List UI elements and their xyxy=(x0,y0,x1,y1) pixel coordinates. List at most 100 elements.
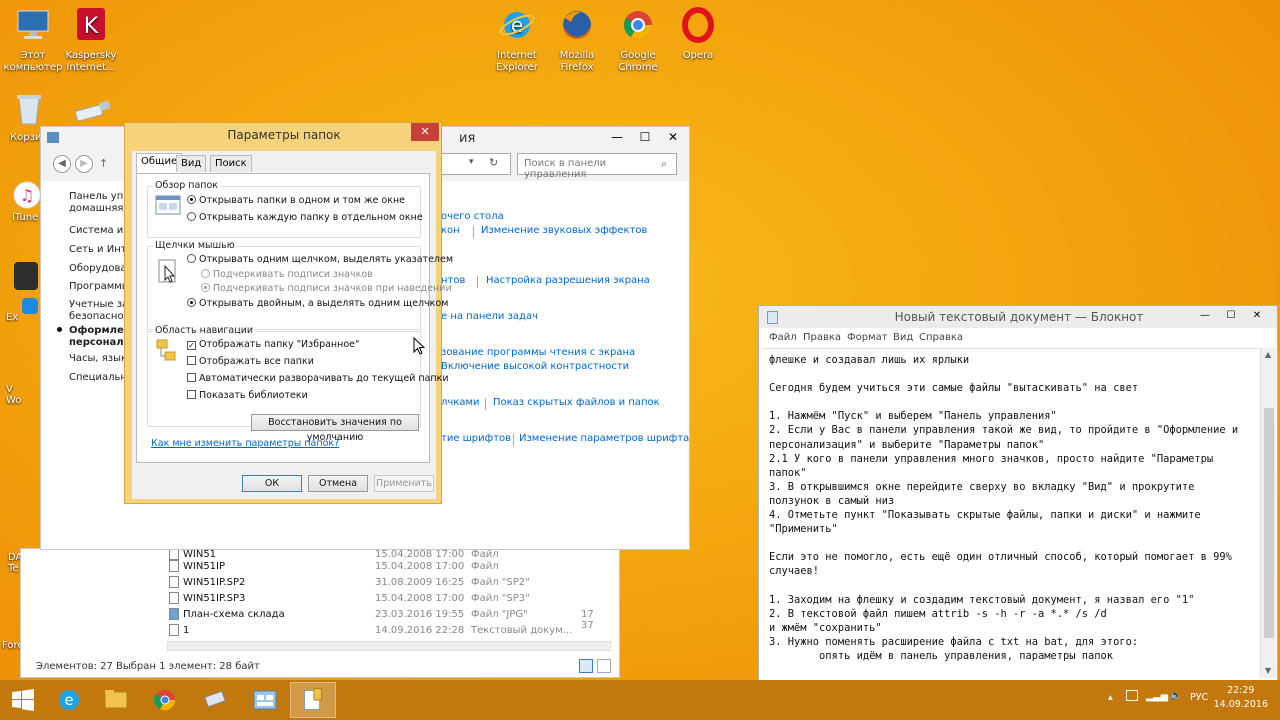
close-button[interactable]: ✕ xyxy=(411,123,439,141)
horizontal-scrollbar[interactable] xyxy=(167,641,611,651)
notepad-window[interactable]: Новый текстовый документ — Блокнот — ☐ ✕… xyxy=(758,305,1278,682)
cp-link[interactable]: Изменение параметров шрифта xyxy=(519,433,689,444)
checkbox-icon xyxy=(187,373,196,382)
option-label: Подчеркивать подписи значков xyxy=(213,269,373,280)
up-arrow-icon[interactable]: ↑ xyxy=(99,157,108,170)
ok-button[interactable]: ОК xyxy=(242,475,302,492)
apply-button[interactable]: Применить xyxy=(374,475,434,492)
app-icon[interactable] xyxy=(14,262,38,290)
option-label: Открывать каждую папку в отдельном окне xyxy=(199,212,423,223)
menu-item-file[interactable]: Файл xyxy=(769,332,797,343)
usb-drive-icon[interactable] xyxy=(74,100,114,124)
text-area[interactable]: флешке и создавал лишь их ярлыки Сегодня… xyxy=(763,348,1259,678)
desktop-icon-opera[interactable]: Opera xyxy=(665,6,731,62)
chrome-icon xyxy=(624,11,652,39)
notification-icon[interactable] xyxy=(1126,690,1138,701)
desktop-icon-firefox[interactable]: Mozilla Firefox xyxy=(544,6,610,74)
table-row[interactable]: 1 14.09.2016 22:28 Текстовый докум... xyxy=(169,623,609,639)
network-icon[interactable]: ▂▃▅ xyxy=(1146,691,1168,702)
desktop-icon-chrome[interactable]: Google Chrome xyxy=(605,6,671,74)
checkbox-auto-expand[interactable]: Автоматически разворачивать до текущей п… xyxy=(187,373,449,384)
chevron-up-icon[interactable]: ▴ xyxy=(1108,692,1113,703)
minimize-button[interactable]: — xyxy=(1191,306,1219,326)
file-type: Текстовый докум... xyxy=(471,625,573,636)
refresh-icon[interactable]: ↻ xyxy=(489,156,498,169)
menu-item-format[interactable]: Формат xyxy=(847,332,888,343)
close-button[interactable]: ✕ xyxy=(659,127,687,147)
help-link[interactable]: Как мне изменить параметры папок? xyxy=(151,438,339,449)
search-input[interactable]: Поиск в панели управления xyxy=(517,153,677,180)
usb-drive-icon[interactable] xyxy=(192,682,238,718)
forward-arrow-icon[interactable]: ▶ xyxy=(75,155,93,173)
recycle-bin-icon[interactable] xyxy=(14,90,44,126)
itunes-icon[interactable]: ♫ xyxy=(12,180,42,210)
checkbox-show-favorites[interactable]: ✓ Отображать папку "Избранное" xyxy=(187,339,359,350)
restore-defaults-button[interactable]: Восстановить значения по умолчанию xyxy=(251,414,419,443)
tab-search[interactable]: Поиск xyxy=(210,155,252,172)
file-date: 31.08.2009 16:25 xyxy=(375,577,465,588)
desktop-icon-ie[interactable]: e Internet Explorer xyxy=(484,6,550,74)
file-name: WIN51IP xyxy=(183,561,226,572)
menu-item-edit[interactable]: Правка xyxy=(803,332,841,343)
menu-item-view[interactable]: Вид xyxy=(893,332,913,343)
internet-explorer-icon[interactable]: e xyxy=(46,682,92,718)
cp-link[interactable]: кон xyxy=(441,225,460,236)
show-hidden-files-link[interactable]: Показ скрытых файлов и папок xyxy=(493,397,660,408)
tiles-view-icon[interactable] xyxy=(597,659,611,673)
tab-view[interactable]: Вид xyxy=(176,155,207,172)
scroll-up-icon[interactable]: ▲ xyxy=(1265,350,1271,359)
desktop-icon-kaspersky[interactable]: K Kaspersky Internet... xyxy=(58,6,124,74)
table-row[interactable]: WIN51IP.SP3 15.04.2008 17:00 Файл "SP3" xyxy=(169,591,609,607)
desktop-icon-this-pc[interactable]: Этот компьютер xyxy=(0,6,66,74)
table-row[interactable]: План-схема склада 23.03.2016 19:55 Файл … xyxy=(169,607,609,631)
cp-link[interactable]: Изменение звуковых эффектов xyxy=(481,225,647,236)
dropdown-icon[interactable]: ▾ xyxy=(469,157,474,167)
radio-browse-same-window[interactable]: Открывать папки в одном и том же окне xyxy=(187,195,405,206)
explorer-window[interactable]: WIN51 15.04.2008 17:00 Файл WIN51IP 15.0… xyxy=(20,548,620,678)
cp-link[interactable]: зование программы чтения с экрана xyxy=(441,347,635,358)
chrome-icon[interactable] xyxy=(142,682,188,718)
details-view-icon[interactable] xyxy=(579,659,593,673)
minimize-button[interactable]: — xyxy=(603,127,631,147)
cp-link[interactable]: Настройка разрешения экрана xyxy=(486,275,650,286)
vertical-scrollbar[interactable]: ▲ ▼ xyxy=(1260,348,1276,678)
address-bar[interactable] xyxy=(439,153,511,175)
radio-underline-always[interactable]: Подчеркивать подписи значков xyxy=(201,269,373,280)
table-row[interactable]: WIN51IP 15.04.2008 17:00 Файл xyxy=(169,559,609,575)
control-panel-icon[interactable] xyxy=(242,682,288,718)
file-name: WIN51IP.SP3 xyxy=(183,593,246,604)
close-button[interactable]: ✕ xyxy=(1243,306,1271,326)
scroll-down-icon[interactable]: ▼ xyxy=(1265,666,1271,675)
checkbox-show-all-folders[interactable]: Отображать все папки xyxy=(187,356,314,367)
group-label: Щелчки мышью xyxy=(153,240,237,251)
sidebar-item[interactable]: Программы xyxy=(69,281,130,292)
file-explorer-icon[interactable] xyxy=(93,682,139,718)
clock[interactable]: 22:29 14.09.2016 xyxy=(1214,684,1268,712)
back-arrow-icon[interactable]: ◀ xyxy=(53,155,71,173)
notepad-icon[interactable] xyxy=(290,682,336,718)
cp-link[interactable]: лчками xyxy=(441,397,480,408)
radio-browse-new-window[interactable]: Открывать каждую папку в отдельном окне xyxy=(187,212,423,223)
table-row[interactable]: WIN51IP.SP2 31.08.2009 16:25 Файл "SP2" xyxy=(169,575,609,591)
mouse-cursor-icon xyxy=(413,337,426,355)
volume-icon[interactable]: 🔈 xyxy=(1170,690,1182,701)
cp-link[interactable]: очего стола xyxy=(441,211,504,222)
windows-start-icon[interactable] xyxy=(0,682,46,718)
cp-link[interactable]: е на панели задач xyxy=(441,311,538,322)
checkbox-show-libraries[interactable]: Показать библиотеки xyxy=(187,390,308,401)
radio-icon xyxy=(187,254,196,263)
radio-underline-hover[interactable]: Подчеркивать подписи значков при наведен… xyxy=(201,283,452,294)
title-bar[interactable]: Новый текстовый документ — Блокнот — ☐ ✕ xyxy=(759,306,1277,328)
language-indicator[interactable]: РУС xyxy=(1190,692,1208,703)
menu-item-help[interactable]: Справка xyxy=(919,332,963,343)
maximize-button[interactable]: ☐ xyxy=(1217,306,1245,326)
cp-link[interactable]: тие шрифтов xyxy=(441,433,511,444)
cp-link[interactable]: Включение высокой контрастности xyxy=(441,361,629,372)
cancel-button[interactable]: Отмена xyxy=(308,475,368,492)
maximize-button[interactable]: ☐ xyxy=(631,127,659,147)
folder-options-dialog[interactable]: Параметры папок ✕ Общие Вид Поиск Обзор … xyxy=(124,122,453,504)
scrollbar-thumb[interactable] xyxy=(1264,408,1274,638)
radio-single-click[interactable]: Открывать одним щелчком, выделять указат… xyxy=(187,254,453,265)
radio-double-click[interactable]: Открывать двойным, а выделять одним щелч… xyxy=(187,298,448,309)
app-icon[interactable] xyxy=(22,298,38,314)
